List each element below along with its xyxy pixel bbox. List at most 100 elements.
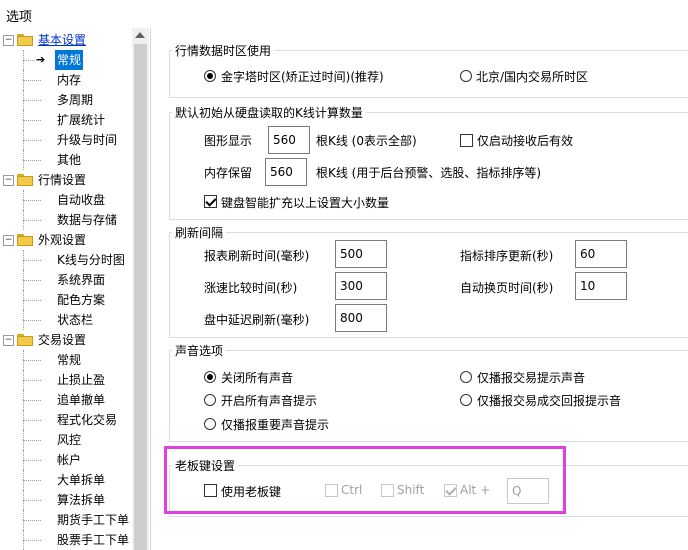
collapse-icon[interactable]: − (3, 335, 14, 346)
auto-page-label: 自动换页时间(秒) (460, 281, 554, 295)
tree-item-label: 自动收盘 (57, 193, 106, 207)
timezone-gmt-label[interactable]: 金字塔时区(矫正过时间)(推荐) (221, 68, 384, 85)
collapse-icon[interactable]: − (3, 175, 14, 186)
sound-off-radio[interactable] (204, 371, 216, 383)
tree-item-label: 常规 (57, 353, 82, 367)
title-bar: 选项 (0, 0, 688, 28)
tree-connector (23, 460, 41, 461)
tree-item-label: 常规 (55, 50, 84, 70)
tree-item-label: 期货手工下单 (57, 513, 130, 527)
smart-expand-label[interactable]: 键盘智能扩充以上设置大小数量 (221, 194, 389, 211)
tree-connector (23, 310, 24, 330)
delay-refresh-label: 盘中延迟刷新(毫秒) (204, 313, 310, 327)
auto-page-input[interactable]: 10 (575, 272, 627, 300)
sound-important-radio[interactable] (204, 418, 216, 430)
smart-expand-checkbox[interactable] (204, 195, 217, 208)
sound-all-radio[interactable] (204, 394, 216, 406)
window-title: 选项 (6, 10, 33, 25)
sound-group-title: 声音选项 (172, 342, 227, 359)
tree-connector (23, 300, 41, 301)
tree-item-label: 算法拆单 (57, 493, 106, 507)
report-refresh-label: 报表刷新时间(毫秒) (204, 249, 310, 263)
tree-connector (23, 390, 24, 410)
report-refresh-input[interactable]: 500 (335, 240, 387, 268)
graph-display-input[interactable]: 560 (268, 126, 310, 154)
startup-only-label[interactable]: 仅启动接收后有效 (477, 132, 573, 149)
tree-connector (23, 130, 24, 150)
tree-connector (23, 430, 24, 450)
tree-item-label: 其他 (57, 153, 82, 167)
collapse-icon[interactable]: − (3, 235, 14, 246)
tree-connector (23, 250, 24, 270)
kline-group-title: 默认初始从硬盘读取的K线计算数量 (172, 104, 366, 121)
delay-refresh-input[interactable]: 800 (335, 304, 387, 332)
tree-connector (23, 90, 24, 110)
scroll-up-arrow-icon[interactable] (135, 32, 145, 38)
tree-connector (23, 470, 24, 490)
refresh-group-title: 刷新间隔 (172, 224, 227, 241)
tree-connector (23, 160, 41, 161)
tree-connector (23, 150, 24, 170)
tree-connector (23, 270, 24, 290)
sound-trade-radio[interactable] (460, 371, 472, 383)
timezone-beijing-label[interactable]: 北京/国内交易所时区 (476, 68, 588, 85)
current-arrow-icon: ➔ (36, 53, 46, 66)
tree-connector (23, 500, 41, 501)
tree-connector (23, 410, 24, 430)
tree-connector (23, 220, 41, 221)
folder-icon (17, 34, 33, 46)
sort-update-label: 指标排序更新(秒) (460, 249, 554, 263)
scroll-thumb[interactable] (134, 44, 147, 550)
memory-keep-input[interactable]: 560 (265, 158, 307, 186)
memory-keep-label: 内存保留 (204, 166, 253, 180)
tree-category-label: 外观设置 (38, 233, 87, 247)
tree-connector (23, 450, 24, 470)
tree-item-label: 风控 (57, 433, 82, 447)
tree-connector (23, 280, 41, 281)
tree-connector (23, 380, 41, 381)
tree-scrollbar[interactable] (132, 28, 149, 550)
sort-update-input[interactable]: 60 (575, 240, 627, 268)
tree-connector (23, 540, 41, 541)
tree-connector (23, 510, 24, 530)
sound-trade-fill-radio[interactable] (460, 394, 472, 406)
startup-only-checkbox[interactable] (460, 134, 473, 147)
tree-connector (23, 70, 24, 90)
tree-item-label: 股票手工下单 (57, 533, 130, 547)
speed-compare-label: 涨速比较时间(秒) (204, 281, 298, 295)
boss-key-highlight-box (164, 446, 566, 514)
sound-off-label[interactable]: 关闭所有声音 (221, 369, 293, 386)
speed-compare-input[interactable]: 300 (335, 272, 387, 300)
tree-connector (23, 120, 41, 121)
tree-item-label: 状态栏 (57, 313, 94, 327)
tree-category-label: 基本设置 (38, 33, 87, 47)
sound-trade-label[interactable]: 仅播报交易提示声音 (477, 369, 585, 386)
tree-connector (23, 260, 41, 261)
tree-connector (23, 370, 24, 390)
tree-connector (23, 480, 41, 481)
tree-connector (23, 80, 41, 81)
tree-item-label: 配色方案 (57, 293, 106, 307)
tree-item-label: 系统界面 (57, 273, 106, 287)
tree-item-label: 帐户 (57, 453, 82, 467)
tree-connector (23, 520, 41, 521)
tree-connector (23, 350, 24, 370)
folder-icon (17, 234, 33, 246)
timezone-beijing-radio[interactable] (460, 70, 472, 82)
tree-item-label: 追单撤单 (57, 393, 106, 407)
tree-item-label: K线与分时图 (57, 253, 125, 267)
tree-connector (23, 110, 24, 130)
sound-trade-fill-label[interactable]: 仅播报交易成交回报提示音 (477, 392, 621, 409)
tree-connector (23, 360, 41, 361)
folder-icon (17, 174, 33, 186)
tree-category-label: 行情设置 (38, 173, 87, 187)
timezone-gmt-radio[interactable] (204, 70, 216, 82)
sound-important-label[interactable]: 仅播报重要声音提示 (221, 416, 329, 433)
folder-icon (17, 334, 33, 346)
tree-category-label: 交易设置 (38, 333, 87, 347)
tree-connector (23, 420, 41, 421)
tree-item-label: 内存 (57, 73, 82, 87)
memory-keep-suffix: 根K线 (用于后台预警、选股、指标排序等) (316, 166, 542, 180)
collapse-icon[interactable]: − (3, 35, 14, 46)
sound-all-label[interactable]: 开启所有声音提示 (221, 392, 317, 409)
